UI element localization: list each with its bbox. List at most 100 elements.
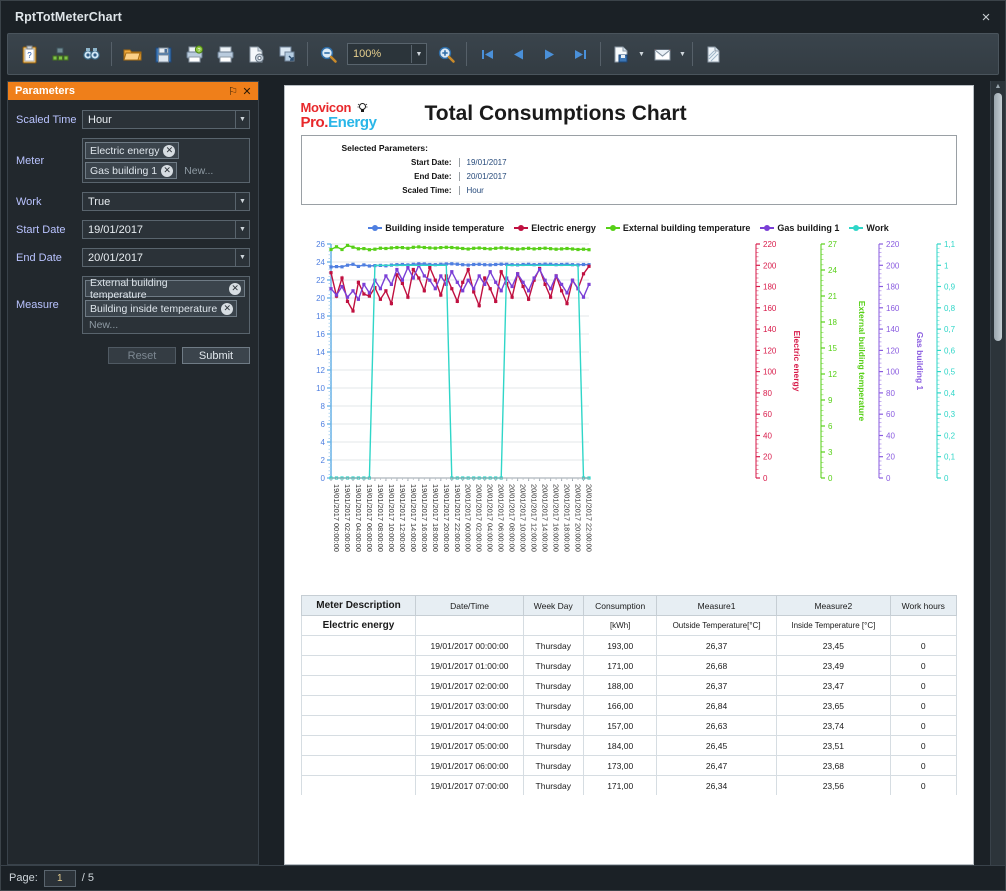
email-icon[interactable] (647, 39, 677, 69)
print-icon[interactable] (210, 39, 240, 69)
last-page-icon[interactable] (565, 39, 595, 69)
chart-data-point (356, 247, 360, 251)
parameters-icon[interactable]: ? (14, 39, 44, 69)
chart-data-point (328, 287, 333, 291)
remove-tag-icon[interactable]: ✕ (163, 144, 176, 157)
measure-tag[interactable]: External building temperature ✕ (85, 277, 245, 301)
chart-data-point (460, 280, 464, 284)
chart-data-point (383, 274, 387, 278)
scroll-up-icon[interactable]: ▲ (995, 83, 1002, 90)
table-body: Electric energy [kWh] Outside Temperatur… (300, 615, 957, 795)
x-axis-tick-label: 20/01/2017 06:00:00 (496, 484, 505, 552)
submit-button[interactable]: Submit (182, 347, 250, 364)
chevron-down-icon[interactable]: ▼ (235, 193, 249, 210)
first-page-icon[interactable] (472, 39, 502, 69)
previous-page-icon[interactable] (503, 39, 533, 69)
chart-data-point (449, 262, 453, 266)
table-row: 19/01/2017 02:00:00 Thursday 188,00 26,37 23… (300, 675, 957, 696)
chevron-down-icon[interactable]: ▼ (235, 249, 249, 266)
chart-data-point (499, 289, 503, 293)
chart-data-point (488, 287, 492, 291)
meter-tag[interactable]: Gas building 1 ✕ (85, 162, 178, 179)
vertical-scrollbar[interactable]: ▲ (990, 81, 1005, 865)
page-number-input[interactable]: 1 (43, 869, 76, 887)
param-row-measure: Measure External building temperature ✕ … (16, 276, 250, 334)
watermark-icon[interactable] (698, 39, 728, 69)
document-map-icon[interactable] (45, 39, 75, 69)
axis-tick-label: 15 (828, 344, 837, 353)
scaled-time-combo[interactable]: Hour ▼ (82, 110, 250, 129)
parameters-panel: Parameters ⚐ ✕ Scaled Time Hour ▼ Meter (7, 81, 259, 865)
table-row: 19/01/2017 04:00:00 Thursday 157,00 26,63 23… (300, 715, 957, 736)
chart-data-point (405, 265, 409, 269)
page-setup-icon[interactable] (241, 39, 271, 69)
report-page-area[interactable]: Movicon Pro.Energy Total Consumptions Ch… (267, 81, 990, 865)
chevron-down-icon[interactable]: ▼ (411, 45, 426, 63)
pin-icon[interactable]: ⚐ (226, 84, 240, 98)
scale-icon[interactable] (272, 39, 302, 69)
axis-tick-label: 0,2 (944, 432, 956, 441)
param-row-meter: Meter Electric energy ✕ Gas building 1 ✕… (16, 138, 250, 183)
chart-data-point (493, 246, 497, 250)
legend-item: External building temperature (605, 223, 750, 233)
meter-new-placeholder[interactable]: New... (180, 165, 213, 177)
zoom-level-combo[interactable]: 100% ▼ (347, 43, 427, 65)
search-icon[interactable] (76, 39, 106, 69)
export-icon[interactable] (606, 39, 636, 69)
chart-data-point (543, 278, 547, 282)
chevron-down-icon[interactable]: ▼ (235, 221, 249, 238)
svg-text:?: ? (197, 48, 200, 54)
chart-data-point (405, 246, 409, 250)
email-chevron-down-icon[interactable]: ▼ (678, 51, 687, 58)
chart-data-point (537, 267, 541, 272)
meter-tag[interactable]: Electric energy ✕ (85, 142, 180, 159)
zoom-out-icon[interactable] (313, 39, 343, 69)
chart-data-point (455, 246, 459, 250)
axis-tick-label: 160 (886, 304, 900, 313)
axis-tick-label: 24 (316, 258, 325, 267)
remove-tag-icon[interactable]: ✕ (221, 302, 234, 315)
work-combo[interactable]: True ▼ (82, 192, 250, 211)
chart-data-point (564, 302, 569, 306)
axis-tick-label: 0,8 (944, 304, 956, 313)
legend-label: Gas building 1 (777, 223, 840, 233)
report-page: Movicon Pro.Energy Total Consumptions Ch… (283, 85, 974, 865)
cell-measure2: 23,68 (775, 755, 892, 776)
cell-datetime: 19/01/2017 00:00:00 (415, 635, 524, 656)
remove-tag-icon[interactable]: ✕ (161, 164, 174, 177)
parameters-panel-header: Parameters ⚐ ✕ (8, 82, 258, 100)
chart-data-point (400, 246, 404, 250)
remove-tag-icon[interactable]: ✕ (229, 282, 241, 295)
svg-text:?: ? (27, 51, 32, 60)
print-preview-icon[interactable]: ? (179, 39, 209, 69)
export-chevron-down-icon[interactable]: ▼ (637, 51, 646, 58)
meter-tag-input[interactable]: Electric energy ✕ Gas building 1 ✕ New..… (82, 138, 250, 183)
axis-tick-label: 100 (763, 368, 777, 377)
chart-data-point (554, 274, 558, 278)
measure-tag-input[interactable]: External building temperature ✕ Building… (82, 276, 250, 334)
chart-data-point (438, 274, 442, 278)
cell-measure1: 26,47 (656, 755, 777, 776)
axis-tick-label: 220 (886, 240, 900, 249)
axis-tick-label: 12 (316, 366, 325, 375)
open-icon[interactable] (117, 39, 147, 69)
x-axis-tick-label: 20/01/2017 18:00:00 (562, 484, 571, 552)
start-date-combo[interactable]: 19/01/2017 ▼ (82, 220, 250, 239)
reset-button[interactable]: Reset (108, 347, 176, 364)
zoom-in-icon[interactable] (431, 39, 461, 69)
chart-data-point (466, 247, 470, 251)
save-icon[interactable] (148, 39, 178, 69)
end-date-combo[interactable]: 20/01/2017 ▼ (82, 248, 250, 267)
panel-close-icon[interactable]: ✕ (240, 84, 254, 98)
chevron-down-icon[interactable]: ▼ (235, 111, 249, 128)
subheader-measure2: Inside Temperature [°C] (775, 615, 892, 636)
close-icon[interactable]: × (973, 6, 999, 28)
start-date-value: 19/01/2017 (88, 223, 144, 236)
chart-data-point (586, 264, 591, 268)
report-param-value: Hour (458, 186, 484, 195)
measure-new-placeholder[interactable]: New... (85, 319, 247, 331)
scrollbar-thumb[interactable] (994, 93, 1002, 341)
next-page-icon[interactable] (534, 39, 564, 69)
measure-tag[interactable]: Building inside temperature ✕ (85, 300, 238, 317)
axis-tick-label: 0,5 (944, 368, 956, 377)
